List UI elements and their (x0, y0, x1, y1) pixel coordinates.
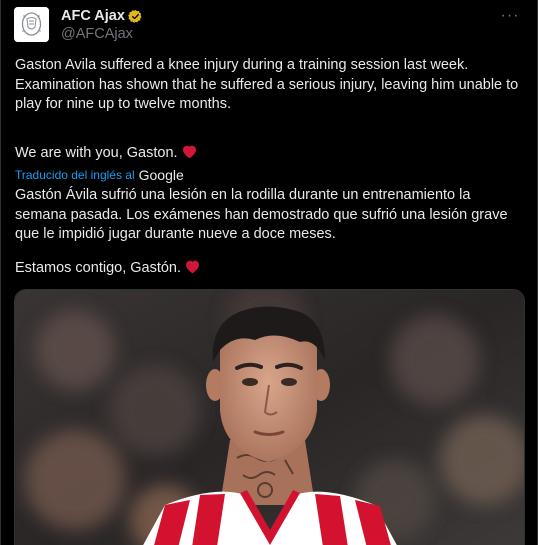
tweet-text-original: Gaston Avila suffered a knee injury duri… (15, 57, 523, 112)
red-heart-icon (186, 260, 200, 274)
author-name-row[interactable]: AFC Ajax (61, 7, 143, 25)
more-options-icon[interactable]: ··· (499, 6, 521, 26)
author-display-name[interactable]: AFC Ajax (61, 8, 125, 24)
closing-text: We are with you, Gaston. (15, 145, 178, 161)
translation-label: Traducido del inglés al (15, 168, 135, 182)
tweet-text-translated: Gastón Ávila sufrió una lesión en la rod… (15, 187, 512, 242)
tweet-closing-original: We are with you, Gaston. (15, 144, 525, 164)
closing-text-translated: Estamos contigo, Gastón. (15, 260, 182, 276)
ajax-crest-icon (14, 7, 49, 42)
avatar[interactable] (14, 7, 49, 42)
author-handle[interactable]: @AFCAjax (61, 26, 133, 42)
verified-badge-icon (128, 9, 142, 23)
player-photo (15, 290, 524, 545)
tweet-card: AFC Ajax @AFCAjax ··· Gaston Avila suffe… (0, 0, 538, 545)
translation-note[interactable]: Traducido del inglés al Google (15, 167, 184, 183)
google-wordmark: Google (138, 167, 184, 183)
red-heart-icon (182, 145, 196, 159)
tweet-media-photo[interactable] (14, 289, 525, 545)
tweet-closing-translated: Estamos contigo, Gastón. (15, 259, 525, 279)
